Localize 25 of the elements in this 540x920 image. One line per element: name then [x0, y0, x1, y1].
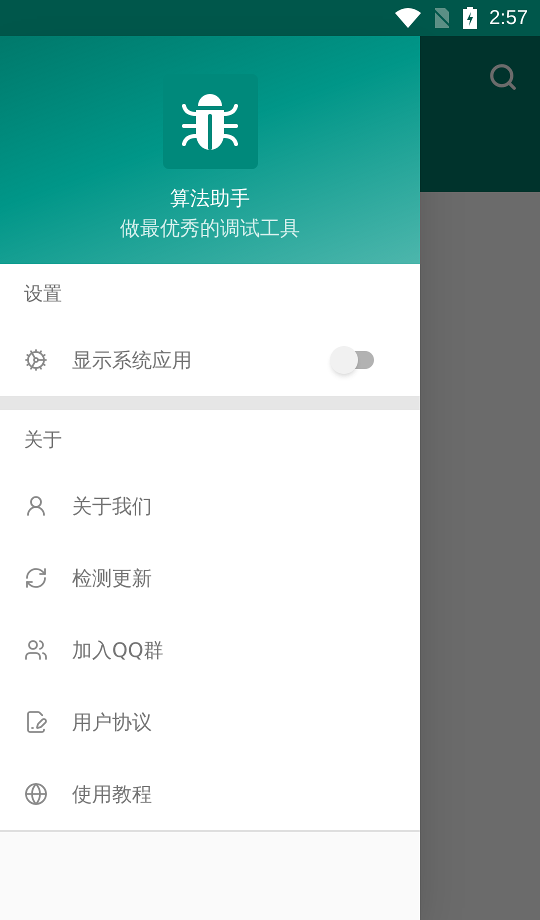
menu-item[interactable]: 使用教程 [0, 758, 420, 830]
menu-item[interactable]: 加入QQ群 [0, 614, 420, 686]
clock: 2:57 [489, 6, 528, 31]
search-icon[interactable] [488, 62, 518, 92]
tagline: 做最优秀的调试工具 [120, 215, 300, 242]
refresh-icon [24, 566, 48, 590]
menu-item[interactable]: 检测更新 [0, 542, 420, 614]
person-icon [24, 494, 48, 518]
app-name: 算法助手 [170, 185, 250, 212]
section-header: 关于 [24, 428, 62, 453]
battery-charging-icon [463, 7, 478, 29]
menu-item-label: 用户协议 [72, 709, 152, 736]
document-pen-icon [24, 710, 48, 734]
menu-item-label: 使用教程 [72, 781, 152, 808]
globe-icon [24, 782, 48, 806]
menu-item-label: 关于我们 [72, 493, 152, 520]
menu-item[interactable]: 用户协议 [0, 686, 420, 758]
menu-item-label: 检测更新 [72, 565, 152, 592]
wifi-icon [395, 8, 422, 28]
menu-item[interactable]: 关于我们 [0, 470, 420, 542]
no-sim-icon [433, 8, 452, 28]
people-icon [24, 638, 48, 662]
menu-item-label: 加入QQ群 [72, 637, 164, 664]
section-header: 设置 [24, 282, 62, 307]
menu-item-label: 显示系统应用 [72, 347, 192, 374]
